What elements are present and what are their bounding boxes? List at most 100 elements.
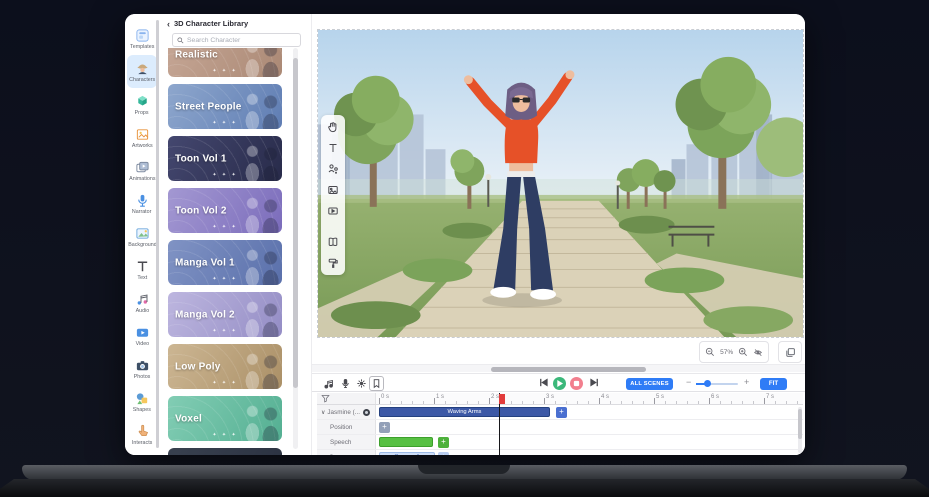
sidebar-item-text[interactable]: Text bbox=[127, 253, 157, 286]
filter-icon[interactable] bbox=[321, 394, 330, 403]
video-tool-button[interactable] bbox=[326, 204, 340, 218]
speech-block[interactable] bbox=[379, 437, 433, 447]
add-music-icon[interactable] bbox=[323, 378, 334, 389]
templates-icon bbox=[135, 28, 150, 43]
search-input[interactable] bbox=[187, 37, 296, 44]
fit-button[interactable]: FIT bbox=[760, 378, 787, 390]
preview-toggle-icon[interactable] bbox=[753, 347, 763, 357]
sidebar-item-narrator[interactable]: Narrator bbox=[127, 187, 157, 220]
scene-park bbox=[318, 30, 803, 337]
image-tool-button[interactable] bbox=[326, 183, 340, 197]
skip-end-button[interactable] bbox=[589, 377, 600, 388]
track-name: Camera bbox=[329, 454, 351, 456]
paint-roller-icon bbox=[327, 257, 339, 269]
nav-sidebar: Templates Characters Props Artworks Anim… bbox=[125, 14, 159, 455]
stop-button[interactable] bbox=[570, 377, 583, 390]
bookmark-icon bbox=[371, 378, 382, 389]
timeline-ruler-row: 0 s 1 s 2 s 3 s 4 s 5 s 6 s 7 s bbox=[317, 393, 803, 405]
character-card-manga-vol-2[interactable]: Manga Vol 2✦ ✦ ✦ bbox=[168, 292, 282, 337]
add-camera-button[interactable]: + bbox=[438, 452, 449, 455]
sidebar-item-audio[interactable]: Audio bbox=[127, 286, 157, 319]
track-name: Speech bbox=[330, 439, 351, 446]
back-icon[interactable]: ‹ bbox=[167, 20, 170, 28]
sidebar-item-characters[interactable]: Characters bbox=[127, 55, 157, 88]
zoom-in-icon[interactable] bbox=[738, 347, 748, 357]
slider-handle[interactable] bbox=[704, 380, 711, 387]
stage-toolbar bbox=[321, 115, 345, 275]
track-name: Jasmine (... bbox=[327, 409, 360, 416]
app-window: Templates Characters Props Artworks Anim… bbox=[125, 14, 805, 455]
chevron-down-icon[interactable]: ∨ bbox=[321, 409, 325, 416]
scenes-tool-icon bbox=[327, 236, 339, 248]
laptop-deck bbox=[0, 479, 929, 497]
sparkles-icon: ✦ ✦ ✦ bbox=[212, 276, 237, 282]
character-card-manga-vol-1[interactable]: Manga Vol 1✦ ✦ ✦ bbox=[168, 240, 282, 285]
timeline-zoom-in[interactable]: + bbox=[744, 377, 749, 387]
timeline-ruler[interactable]: 0 s 1 s 2 s 3 s 4 s 5 s 6 s 7 s bbox=[376, 393, 803, 404]
timeline-zoom-out[interactable]: − bbox=[686, 377, 691, 387]
skip-start-button[interactable] bbox=[538, 377, 549, 388]
sidebar-item-props[interactable]: Props bbox=[127, 88, 157, 121]
character-card-realistic[interactable]: Realistic✦ ✦ ✦ bbox=[168, 48, 282, 77]
interacts-icon bbox=[135, 424, 150, 439]
character-card-next[interactable] bbox=[168, 448, 282, 455]
sparkles-icon: ✦ ✦ ✦ bbox=[212, 224, 237, 230]
camera-icon bbox=[321, 455, 327, 456]
canvas-scrollbar-thumb[interactable] bbox=[491, 367, 646, 372]
timeline-scrollbar-thumb[interactable] bbox=[798, 409, 802, 439]
character-library-panel: ‹ 3D Character Library Realistic✦ ✦ ✦ St… bbox=[159, 14, 311, 455]
play-button[interactable] bbox=[553, 377, 566, 390]
panel-header: ‹ 3D Character Library bbox=[159, 14, 311, 30]
pan-tool-button[interactable] bbox=[326, 120, 340, 134]
timeline-vertical-scrollbar[interactable] bbox=[798, 407, 802, 453]
add-position-button[interactable]: + bbox=[379, 422, 390, 433]
filter-cell bbox=[317, 393, 376, 404]
add-effects-icon[interactable] bbox=[356, 378, 367, 389]
sidebar-item-artworks[interactable]: Artworks bbox=[127, 121, 157, 154]
paint-tool-button[interactable] bbox=[326, 256, 340, 270]
search-box bbox=[172, 33, 301, 47]
sidebar-item-templates[interactable]: Templates bbox=[127, 22, 157, 55]
image-tool-icon bbox=[327, 184, 339, 196]
scenes-tool-button[interactable] bbox=[326, 235, 340, 249]
sparkles-icon: ✦ ✦ ✦ bbox=[212, 68, 237, 74]
sparkles-icon: ✦ ✦ ✦ bbox=[212, 172, 237, 178]
character-card-toon-vol-1[interactable]: Toon Vol 1✦ ✦ ✦ bbox=[168, 136, 282, 181]
sidebar-item-background[interactable]: Background bbox=[127, 220, 157, 253]
character-badge-icon[interactable] bbox=[363, 409, 370, 416]
panel-scrollbar-thumb[interactable] bbox=[293, 58, 298, 388]
add-animation-button[interactable]: + bbox=[556, 407, 567, 418]
desktop-background: Templates Characters Props Artworks Anim… bbox=[0, 0, 929, 497]
animation-block[interactable]: Waving Arms bbox=[379, 407, 550, 417]
sidebar-item-video[interactable]: Video bbox=[127, 319, 157, 352]
duplicate-scene-button[interactable] bbox=[778, 341, 802, 363]
stage-canvas[interactable] bbox=[317, 29, 804, 338]
narrator-icon bbox=[135, 193, 150, 208]
camera-block[interactable]: Camera 1 bbox=[379, 452, 435, 455]
sidebar-item-interacts[interactable]: Interacts bbox=[127, 418, 157, 451]
character-card-street-people[interactable]: Street People✦ ✦ ✦ bbox=[168, 84, 282, 129]
character-card-toon-vol-2[interactable]: Toon Vol 2✦ ✦ ✦ bbox=[168, 188, 282, 233]
zoom-out-icon[interactable] bbox=[705, 347, 715, 357]
canvas-horizontal-scrollbar[interactable] bbox=[312, 364, 805, 372]
sparkles-icon: ✦ ✦ ✦ bbox=[212, 120, 237, 126]
shapes-icon bbox=[135, 391, 150, 406]
sidebar-item-animations[interactable]: Animations bbox=[127, 154, 157, 187]
character-card-list: Realistic✦ ✦ ✦ Street People✦ ✦ ✦ Toon V… bbox=[168, 48, 282, 455]
character-tool-button[interactable] bbox=[326, 162, 340, 176]
add-voiceover-icon[interactable] bbox=[340, 378, 351, 389]
zoom-bar: 57% bbox=[699, 341, 769, 363]
panel-scrollbar[interactable] bbox=[293, 48, 298, 449]
duplicate-icon bbox=[785, 347, 796, 358]
sidebar-item-photos[interactable]: Photos bbox=[127, 352, 157, 385]
sparkles-icon: ✦ ✦ ✦ bbox=[212, 380, 237, 386]
bookmark-button[interactable] bbox=[369, 376, 384, 391]
add-speech-button[interactable]: + bbox=[438, 437, 449, 448]
playhead-handle[interactable] bbox=[499, 394, 505, 404]
sidebar-item-shapes[interactable]: Shapes bbox=[127, 385, 157, 418]
timeline-zoom-slider[interactable] bbox=[696, 383, 738, 385]
character-card-voxel[interactable]: Voxel✦ ✦ ✦ bbox=[168, 396, 282, 441]
all-scenes-button[interactable]: ALL SCENES bbox=[626, 378, 673, 390]
text-tool-button[interactable] bbox=[326, 141, 340, 155]
character-card-low-poly[interactable]: Low Poly✦ ✦ ✦ bbox=[168, 344, 282, 389]
